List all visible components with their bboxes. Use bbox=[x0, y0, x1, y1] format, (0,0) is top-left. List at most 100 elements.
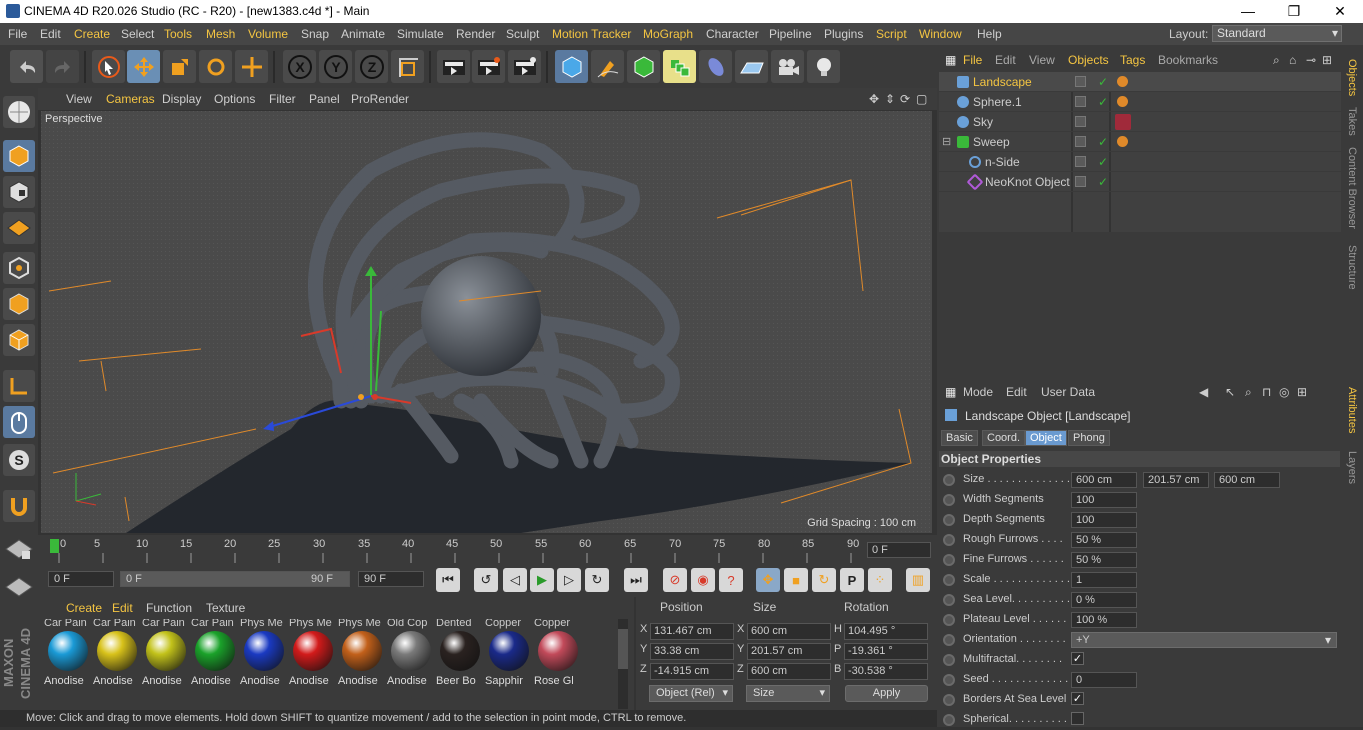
menu-help[interactable]: Help bbox=[977, 27, 1002, 41]
tab-phong[interactable]: Phong bbox=[1068, 430, 1110, 446]
tweak-mode-icon[interactable] bbox=[3, 406, 35, 438]
animate-key-dot[interactable] bbox=[943, 654, 955, 666]
menu-snap[interactable]: Snap bbox=[301, 27, 329, 41]
animate-key-dot[interactable] bbox=[943, 714, 955, 726]
material-swatch[interactable]: Car Pain Anodise bbox=[93, 619, 139, 689]
key-scale-icon[interactable]: ■ bbox=[784, 568, 808, 592]
size-mode-select[interactable]: Size ▾ bbox=[746, 685, 830, 702]
menu-mesh[interactable]: Mesh bbox=[206, 27, 235, 41]
om-menu-objects[interactable]: Objects bbox=[1068, 53, 1109, 67]
rotate-tool-icon[interactable] bbox=[199, 50, 232, 83]
animate-key-dot[interactable] bbox=[943, 674, 955, 686]
play-button[interactable]: ▶ bbox=[530, 568, 554, 592]
property-value-field[interactable]: 0 bbox=[1071, 672, 1137, 688]
material-swatch[interactable]: Copper Rose Gl bbox=[534, 619, 580, 689]
auto-keying-button[interactable]: ◉ bbox=[691, 568, 715, 592]
animate-key-dot[interactable] bbox=[943, 494, 955, 506]
current-frame-field[interactable]: 0 F bbox=[867, 542, 931, 558]
end-frame-field[interactable]: 90 F bbox=[358, 571, 424, 587]
material-menu-edit[interactable]: Edit bbox=[112, 601, 133, 615]
transform-tool-icon[interactable] bbox=[235, 50, 268, 83]
viewport-menu-panel[interactable]: Panel bbox=[309, 92, 340, 106]
tab-attributes[interactable]: Attributes bbox=[1346, 387, 1358, 433]
previous-frame-button[interactable]: ◁ bbox=[503, 568, 527, 592]
enabled-check-icon[interactable]: ✓ bbox=[1098, 155, 1108, 169]
om-menu-view[interactable]: View bbox=[1029, 53, 1055, 67]
expand-icon[interactable]: ⊟ bbox=[942, 135, 951, 148]
tab-object[interactable]: Object bbox=[1025, 430, 1067, 446]
next-frame-button[interactable]: ▷ bbox=[557, 568, 581, 592]
go-to-start-button[interactable]: ⏮ bbox=[436, 568, 460, 592]
texture-mode-icon[interactable] bbox=[3, 176, 35, 208]
property-value-field[interactable]: 50 % bbox=[1071, 552, 1137, 568]
animate-key-dot[interactable] bbox=[943, 534, 955, 546]
orientation-select[interactable]: +Y bbox=[1071, 632, 1337, 648]
home-icon[interactable]: ⌂ bbox=[1289, 53, 1296, 67]
property-value-field[interactable]: 100 bbox=[1071, 492, 1137, 508]
size-field[interactable]: 201.57 cm bbox=[747, 643, 831, 660]
tab-takes[interactable]: Takes bbox=[1346, 107, 1358, 136]
property-checkbox[interactable]: ✓ bbox=[1071, 652, 1084, 665]
enabled-check-icon[interactable]: ✓ bbox=[1098, 75, 1108, 89]
enabled-check-icon[interactable]: ✓ bbox=[1098, 135, 1108, 149]
material-swatch[interactable]: Old Cop Anodise bbox=[387, 619, 433, 689]
om-menu-file[interactable]: File bbox=[963, 53, 982, 67]
apply-button[interactable]: Apply bbox=[845, 685, 928, 702]
property-value-field[interactable]: 100 % bbox=[1071, 612, 1137, 628]
viewport-menu-options[interactable]: Options bbox=[214, 92, 255, 106]
object-name[interactable]: Sphere.1 bbox=[973, 95, 1022, 109]
object-row-sky[interactable]: Sky bbox=[939, 112, 1341, 132]
lock-icon[interactable]: ⊓ bbox=[1262, 385, 1271, 399]
zoom-view-icon[interactable]: ⇕ bbox=[885, 92, 895, 106]
minimize-button[interactable]: — bbox=[1225, 0, 1271, 23]
object-row-sweep[interactable]: ⊟ Sweep ✓ bbox=[939, 132, 1341, 152]
next-keyframe-button[interactable]: ↻ bbox=[585, 568, 609, 592]
back-arrow-icon[interactable]: ◀ bbox=[1199, 385, 1208, 399]
om-menu-tags[interactable]: Tags bbox=[1120, 53, 1145, 67]
tab-content-browser[interactable]: Content Browser bbox=[1346, 147, 1358, 229]
animate-key-dot[interactable] bbox=[943, 474, 955, 486]
om-menu-edit[interactable]: Edit bbox=[995, 53, 1016, 67]
material-swatch[interactable]: Car Pain Anodise bbox=[142, 619, 188, 689]
menu-select[interactable]: Select bbox=[121, 27, 154, 41]
perspective-viewport[interactable]: Perspective Grid Spacing : 100 cm bbox=[41, 111, 932, 533]
object-name[interactable]: Landscape bbox=[973, 75, 1032, 89]
material-scrollbar[interactable] bbox=[618, 619, 628, 709]
key-point-level-icon[interactable]: ⁘ bbox=[868, 568, 892, 592]
material-swatch[interactable]: Phys Me Anodise bbox=[240, 619, 286, 689]
menu-file[interactable]: File bbox=[8, 27, 27, 41]
object-row-neoknot[interactable]: NeoKnot Object ✓ bbox=[939, 172, 1341, 192]
menu-character[interactable]: Character bbox=[706, 27, 759, 41]
lock-y-axis-button[interactable]: Y bbox=[319, 50, 352, 83]
material-tag-icon[interactable] bbox=[1117, 136, 1128, 147]
tab-basic[interactable]: Basic bbox=[941, 430, 978, 446]
render-settings-icon[interactable] bbox=[508, 50, 541, 83]
animate-key-dot[interactable] bbox=[943, 574, 955, 586]
material-swatch[interactable]: Copper Sapphir bbox=[485, 619, 531, 689]
size-z-field[interactable]: 600 cm bbox=[1214, 472, 1280, 488]
material-swatch[interactable]: Phys Me Anodise bbox=[338, 619, 384, 689]
animate-key-dot[interactable] bbox=[943, 694, 955, 706]
coordinate-mode-select[interactable]: Object (Rel) ▾ bbox=[649, 685, 733, 702]
floor-icon[interactable] bbox=[735, 50, 768, 83]
property-checkbox[interactable] bbox=[1071, 712, 1084, 725]
menu-sculpt[interactable]: Sculpt bbox=[506, 27, 539, 41]
axis-mode-icon[interactable] bbox=[3, 370, 35, 402]
object-name[interactable]: n-Side bbox=[985, 155, 1020, 169]
position-field[interactable]: 131.467 cm bbox=[650, 623, 734, 640]
viewport-menu-prorender[interactable]: ProRender bbox=[351, 92, 409, 106]
menu-simulate[interactable]: Simulate bbox=[397, 27, 444, 41]
menu-edit[interactable]: Edit bbox=[40, 27, 61, 41]
subdivision-surface-icon[interactable] bbox=[627, 50, 660, 83]
object-name[interactable]: Sweep bbox=[973, 135, 1010, 149]
visibility-toggle[interactable] bbox=[1075, 176, 1086, 187]
key-parameter-icon[interactable]: P bbox=[840, 568, 864, 592]
position-field[interactable]: 33.38 cm bbox=[650, 643, 734, 660]
property-value-field[interactable]: 0 % bbox=[1071, 592, 1137, 608]
lock-x-axis-button[interactable]: X bbox=[283, 50, 316, 83]
object-name[interactable]: NeoKnot Object bbox=[985, 175, 1070, 189]
material-swatch[interactable]: Car Pain Anodise bbox=[191, 619, 237, 689]
new-panel-icon[interactable]: ⊞ bbox=[1297, 385, 1307, 399]
key-position-icon[interactable]: ✥ bbox=[756, 568, 780, 592]
planar-workplane-icon[interactable] bbox=[3, 572, 35, 604]
